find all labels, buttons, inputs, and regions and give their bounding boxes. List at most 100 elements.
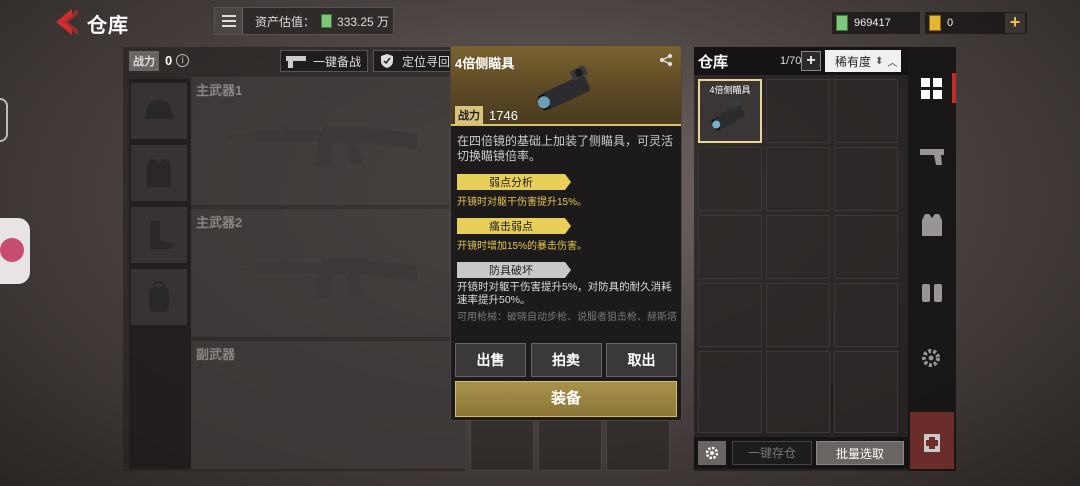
asset-value: 333.25 万 bbox=[337, 14, 390, 29]
loadout-panel: 战力 0 i 一键备战 定位寻回 主武器1 主武器2 副武器 bbox=[123, 47, 465, 471]
pistol-silhouette bbox=[277, 385, 361, 435]
item-power: 战力 1746 bbox=[455, 106, 518, 124]
top-bar: 仓库 资产估值： 333.25 万 969417 0 + bbox=[0, 0, 1080, 44]
batch-select-button[interactable]: 批量选取 bbox=[816, 441, 904, 465]
empty-cell[interactable] bbox=[698, 351, 762, 433]
vest-slot[interactable] bbox=[131, 145, 187, 201]
chevron-up-icon: ︿ bbox=[887, 57, 898, 69]
gear-slots bbox=[129, 79, 191, 469]
cash-value: 969417 bbox=[854, 17, 891, 29]
secondary-weapon-slot[interactable]: 副武器 bbox=[191, 341, 465, 469]
cash-icon bbox=[321, 14, 333, 28]
helmet-icon bbox=[145, 100, 173, 119]
empty-cell[interactable] bbox=[766, 215, 830, 279]
sort-dropdown[interactable]: 稀有度 ⬍ ︿ bbox=[825, 50, 901, 72]
menu-icon[interactable] bbox=[215, 8, 243, 34]
category-all[interactable] bbox=[912, 69, 952, 109]
category-attachments[interactable] bbox=[912, 273, 952, 313]
equip-button[interactable]: 装备 bbox=[455, 381, 677, 417]
primary-weapon-1-slot[interactable]: 主武器1 bbox=[191, 77, 465, 205]
power-badge: 战力 bbox=[455, 106, 483, 124]
pistol-icon bbox=[920, 149, 944, 165]
empty-cell[interactable] bbox=[834, 283, 898, 347]
quick-prepare-button[interactable]: 一键备战 bbox=[280, 50, 368, 72]
empty-cell[interactable] bbox=[698, 147, 762, 211]
warehouse-title: 仓库 bbox=[698, 53, 729, 71]
category-weapons[interactable] bbox=[912, 135, 952, 175]
rifle-silhouette bbox=[227, 125, 417, 167]
grid-icon bbox=[921, 78, 942, 99]
power-value: 1746 bbox=[489, 107, 518, 123]
warehouse-item[interactable]: 4倍侧瞄具 bbox=[698, 79, 762, 143]
back-icon[interactable] bbox=[50, 6, 82, 38]
category-sidebar bbox=[908, 47, 956, 471]
trait-tag: 痛击弱点 bbox=[457, 218, 571, 234]
warehouse-capacity: 1/70 bbox=[780, 55, 802, 67]
power-value: 0 bbox=[165, 53, 173, 68]
warehouse-footer: 一键存仓 批量选取 bbox=[694, 437, 908, 469]
empty-cell[interactable] bbox=[834, 79, 898, 143]
item-detail-header: 4倍侧瞄具 战力 1746 bbox=[451, 46, 681, 126]
scope-icon bbox=[537, 66, 590, 111]
empty-cell[interactable] bbox=[834, 351, 898, 433]
sell-button[interactable]: 出售 bbox=[455, 343, 526, 377]
usable-weapons: 可用枪械：破晓自动步枪、说服者狙击枪、赫斯塔冲锋枪、夜魔卡宾枪、重踏狙击枪、响箭… bbox=[457, 312, 677, 323]
boots-icon bbox=[150, 221, 172, 249]
item-name: 4倍侧瞄具 bbox=[455, 56, 515, 71]
category-tools[interactable] bbox=[912, 339, 952, 379]
category-medical[interactable] bbox=[910, 412, 954, 469]
empty-cell[interactable] bbox=[698, 283, 762, 347]
cash-counter: 969417 bbox=[832, 12, 920, 34]
empty-cell[interactable] bbox=[766, 351, 830, 433]
backpack-slot[interactable] bbox=[131, 269, 187, 325]
coupon-counter: 0 + bbox=[925, 12, 1027, 34]
pistol-icon bbox=[286, 56, 306, 68]
helmet-slot[interactable] bbox=[131, 83, 187, 139]
page-title: 仓库 bbox=[87, 15, 129, 37]
attachment-icon bbox=[922, 284, 942, 302]
empty-cell[interactable] bbox=[766, 147, 830, 211]
info-icon[interactable]: i bbox=[176, 54, 190, 67]
edge-handle[interactable] bbox=[0, 98, 8, 142]
sort-order-icon: ⬍ bbox=[875, 55, 884, 67]
quick-prepare-label: 一键备战 bbox=[313, 54, 362, 69]
active-indicator bbox=[952, 73, 956, 103]
empty-cell[interactable] bbox=[834, 215, 898, 279]
action-row: 出售 拍卖 取出 bbox=[455, 343, 677, 377]
trait-tag: 弱点分析 bbox=[457, 174, 571, 190]
auction-button[interactable]: 拍卖 bbox=[530, 343, 602, 377]
expand-capacity-button[interactable]: + bbox=[801, 51, 821, 71]
gear-icon bbox=[922, 349, 940, 367]
gear-icon[interactable] bbox=[698, 441, 726, 465]
rifle-silhouette bbox=[227, 257, 417, 299]
deposit-all-button[interactable]: 一键存仓 bbox=[732, 441, 812, 465]
assistant-avatar bbox=[0, 238, 24, 262]
floating-assistant-button[interactable] bbox=[0, 218, 30, 284]
empty-cell[interactable] bbox=[698, 215, 762, 279]
item-description-scroll[interactable]: 在四倍镜的基础上加装了侧瞄具，可灵活切换瞄镜倍率。 弱点分析 开镜时对躯干伤害提… bbox=[457, 134, 677, 324]
plus-icon[interactable]: + bbox=[1005, 13, 1025, 33]
trait-desc: 开镜时对躯干伤害提升15%。 bbox=[457, 197, 588, 208]
empty-cell[interactable] bbox=[834, 147, 898, 211]
boots-slot[interactable] bbox=[131, 207, 187, 263]
trait-name: 防具破坏 bbox=[489, 265, 533, 277]
empty-cell[interactable] bbox=[766, 283, 830, 347]
vest-icon bbox=[147, 159, 171, 187]
item-detail-panel: 4倍侧瞄具 战力 1746 在四倍镜的基础上加装了侧瞄具，可灵活切换瞄镜倍率。 … bbox=[450, 45, 682, 421]
asset-label: 资产估值： bbox=[255, 14, 316, 29]
shield-icon bbox=[381, 54, 393, 68]
coupon-value: 0 bbox=[947, 17, 954, 29]
trait-desc: 开镜时增加15%的暴击伤害。 bbox=[457, 241, 588, 252]
share-icon[interactable] bbox=[659, 53, 673, 67]
cash-icon bbox=[836, 15, 848, 31]
category-armor[interactable] bbox=[912, 205, 952, 245]
slot-label: 主武器1 bbox=[196, 83, 243, 98]
trait-desc: 开镜时对躯干伤害提升5%，对防具的耐久消耗速率提升50%。 bbox=[457, 281, 672, 306]
primary-weapon-2-slot[interactable]: 主武器2 bbox=[191, 209, 465, 337]
medical-icon bbox=[924, 433, 940, 452]
withdraw-button[interactable]: 取出 bbox=[606, 343, 677, 377]
sort-label: 稀有度 bbox=[835, 54, 872, 69]
coupon-icon bbox=[929, 15, 941, 31]
empty-cell[interactable] bbox=[766, 79, 830, 143]
trait-name: 痛击弱点 bbox=[489, 221, 533, 233]
